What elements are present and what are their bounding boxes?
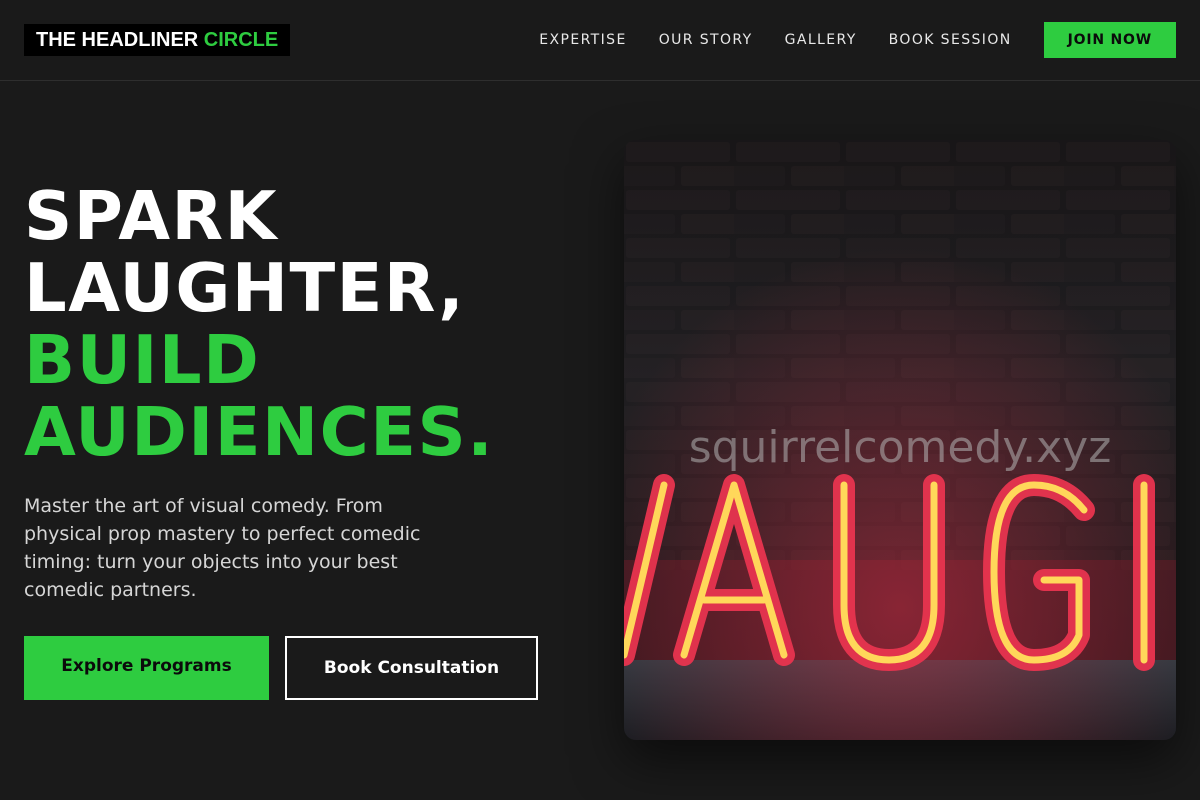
nav-link-gallery[interactable]: GALLERY bbox=[785, 32, 857, 48]
neon-sign-photo: squirrelcomedy.xyz bbox=[624, 140, 1176, 740]
nav-link-book-session[interactable]: BOOK SESSION bbox=[889, 32, 1012, 48]
top-navbar: THE HEADLINER CIRCLE EXPERTISE OUR STORY… bbox=[0, 0, 1200, 81]
headline-line-2: LAUGHTER, bbox=[24, 249, 466, 327]
headline-line-1: SPARK bbox=[24, 177, 279, 255]
nav-link-our-story[interactable]: OUR STORY bbox=[659, 32, 753, 48]
brand-name-main: THE HEADLINER bbox=[36, 29, 199, 51]
image-watermark: squirrelcomedy.xyz bbox=[688, 422, 1112, 473]
brand-logo[interactable]: THE HEADLINER CIRCLE bbox=[24, 24, 291, 56]
book-consultation-button[interactable]: Book Consultation bbox=[285, 636, 538, 700]
hero-description: Master the art of visual comedy. From ph… bbox=[24, 495, 421, 601]
main-nav: EXPERTISE OUR STORY GALLERY BOOK SESSION… bbox=[539, 22, 1176, 58]
join-now-button[interactable]: JOIN NOW bbox=[1043, 22, 1176, 58]
explore-programs-button[interactable]: Explore Programs bbox=[24, 636, 269, 700]
headline-accent-line-1: BUILD bbox=[24, 321, 261, 399]
hero-headline: SPARK LAUGHTER, BUILD AUDIENCES. bbox=[24, 180, 584, 468]
brand-name-accent: CIRCLE bbox=[203, 29, 279, 51]
nav-link-expertise[interactable]: EXPERTISE bbox=[539, 32, 626, 48]
headline-accent-line-2: AUDIENCES. bbox=[24, 393, 495, 471]
